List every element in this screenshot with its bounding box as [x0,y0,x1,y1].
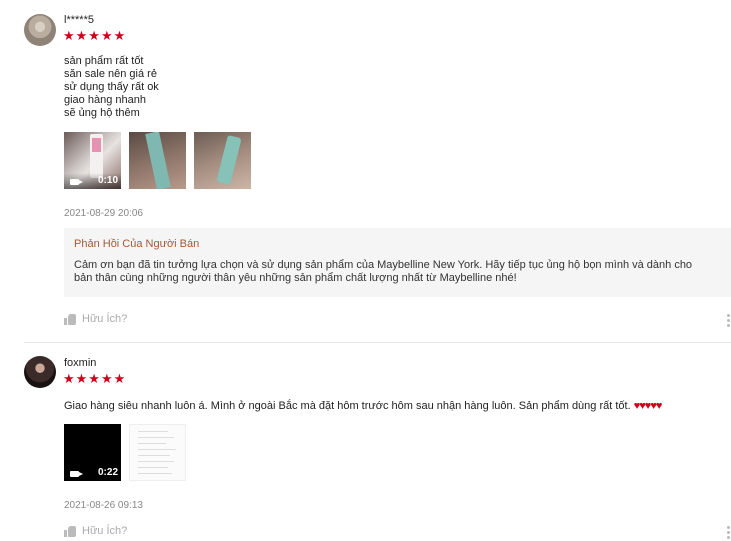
avatar[interactable] [24,356,56,388]
comment-line: săn sale nên giá rẻ [64,68,157,80]
review-media: 0:22 [64,424,186,481]
product-image [145,132,171,189]
image-thumbnail[interactable] [129,424,186,481]
video-thumbnail[interactable]: 0:10 [64,132,121,189]
video-duration: 0:22 [97,467,118,478]
product-image [216,135,242,185]
helpful-label: Hữu Ích? [82,313,128,325]
helpful-button[interactable]: Hữu Ích? [64,525,127,537]
video-duration: 0:10 [97,175,118,186]
video-overlay: 0:10 [64,173,121,189]
product-image [90,134,103,178]
image-thumbnail[interactable] [194,132,251,189]
video-camera-icon [70,471,83,477]
avatar[interactable] [24,14,56,46]
review-date: 2021-08-26 09:13 [64,500,143,511]
star-rating: ★★★★★ [63,371,127,386]
video-camera-icon [70,179,83,185]
username: l*****5 [64,14,94,26]
review-date: 2021-08-29 20:06 [64,208,143,219]
seller-reply-title: Phản Hồi Của Người Bán [74,238,200,250]
seller-reply-line: Cảm ơn bạn đã tin tưởng lựa chọn và sử d… [74,259,693,271]
video-overlay: 0:22 [64,465,121,481]
star-rating: ★★★★★ [63,28,127,43]
comment-text: Giao hàng siêu nhanh luôn á. Mình ở ngoà… [64,400,634,412]
thumbs-up-icon [64,313,76,325]
video-thumbnail[interactable]: 0:22 [64,424,121,481]
seller-reply-line: bản thân cùng những người thân yêu những… [74,272,517,284]
seller-reply-text: Cảm ơn bạn đã tin tưởng lựa chọn và sử d… [74,259,721,285]
more-options-icon[interactable] [727,526,730,541]
helpful-label: Hữu Ích? [82,525,128,537]
comment-line: sẽ ủng hộ thêm [64,107,140,119]
review-item: foxmin ★★★★★ Giao hàng siêu nhanh luôn á… [0,343,731,539]
review-media: 0:10 [64,132,251,189]
review-comment: Giao hàng siêu nhanh luôn á. Mình ở ngoà… [64,400,663,413]
more-options-icon[interactable] [727,314,730,329]
comment-line: giao hàng nhanh [64,94,146,106]
image-thumbnail[interactable] [129,132,186,189]
seller-reply: Phản Hồi Của Người Bán Cảm ơn bạn đã tin… [64,228,731,297]
review-item: l*****5 ★★★★★ sản phẩm rất tốt săn sale … [0,0,731,343]
helpful-button[interactable]: Hữu Ích? [64,313,127,325]
review-comment: sản phẩm rất tốt săn sale nên giá rẻ sử … [64,55,159,120]
comment-line: sản phẩm rất tốt [64,55,144,67]
comment-line: sử dụng thấy rất ok [64,81,159,93]
username: foxmin [64,357,97,369]
hearts-emoji: ♥♥♥♥♥ [633,400,663,412]
